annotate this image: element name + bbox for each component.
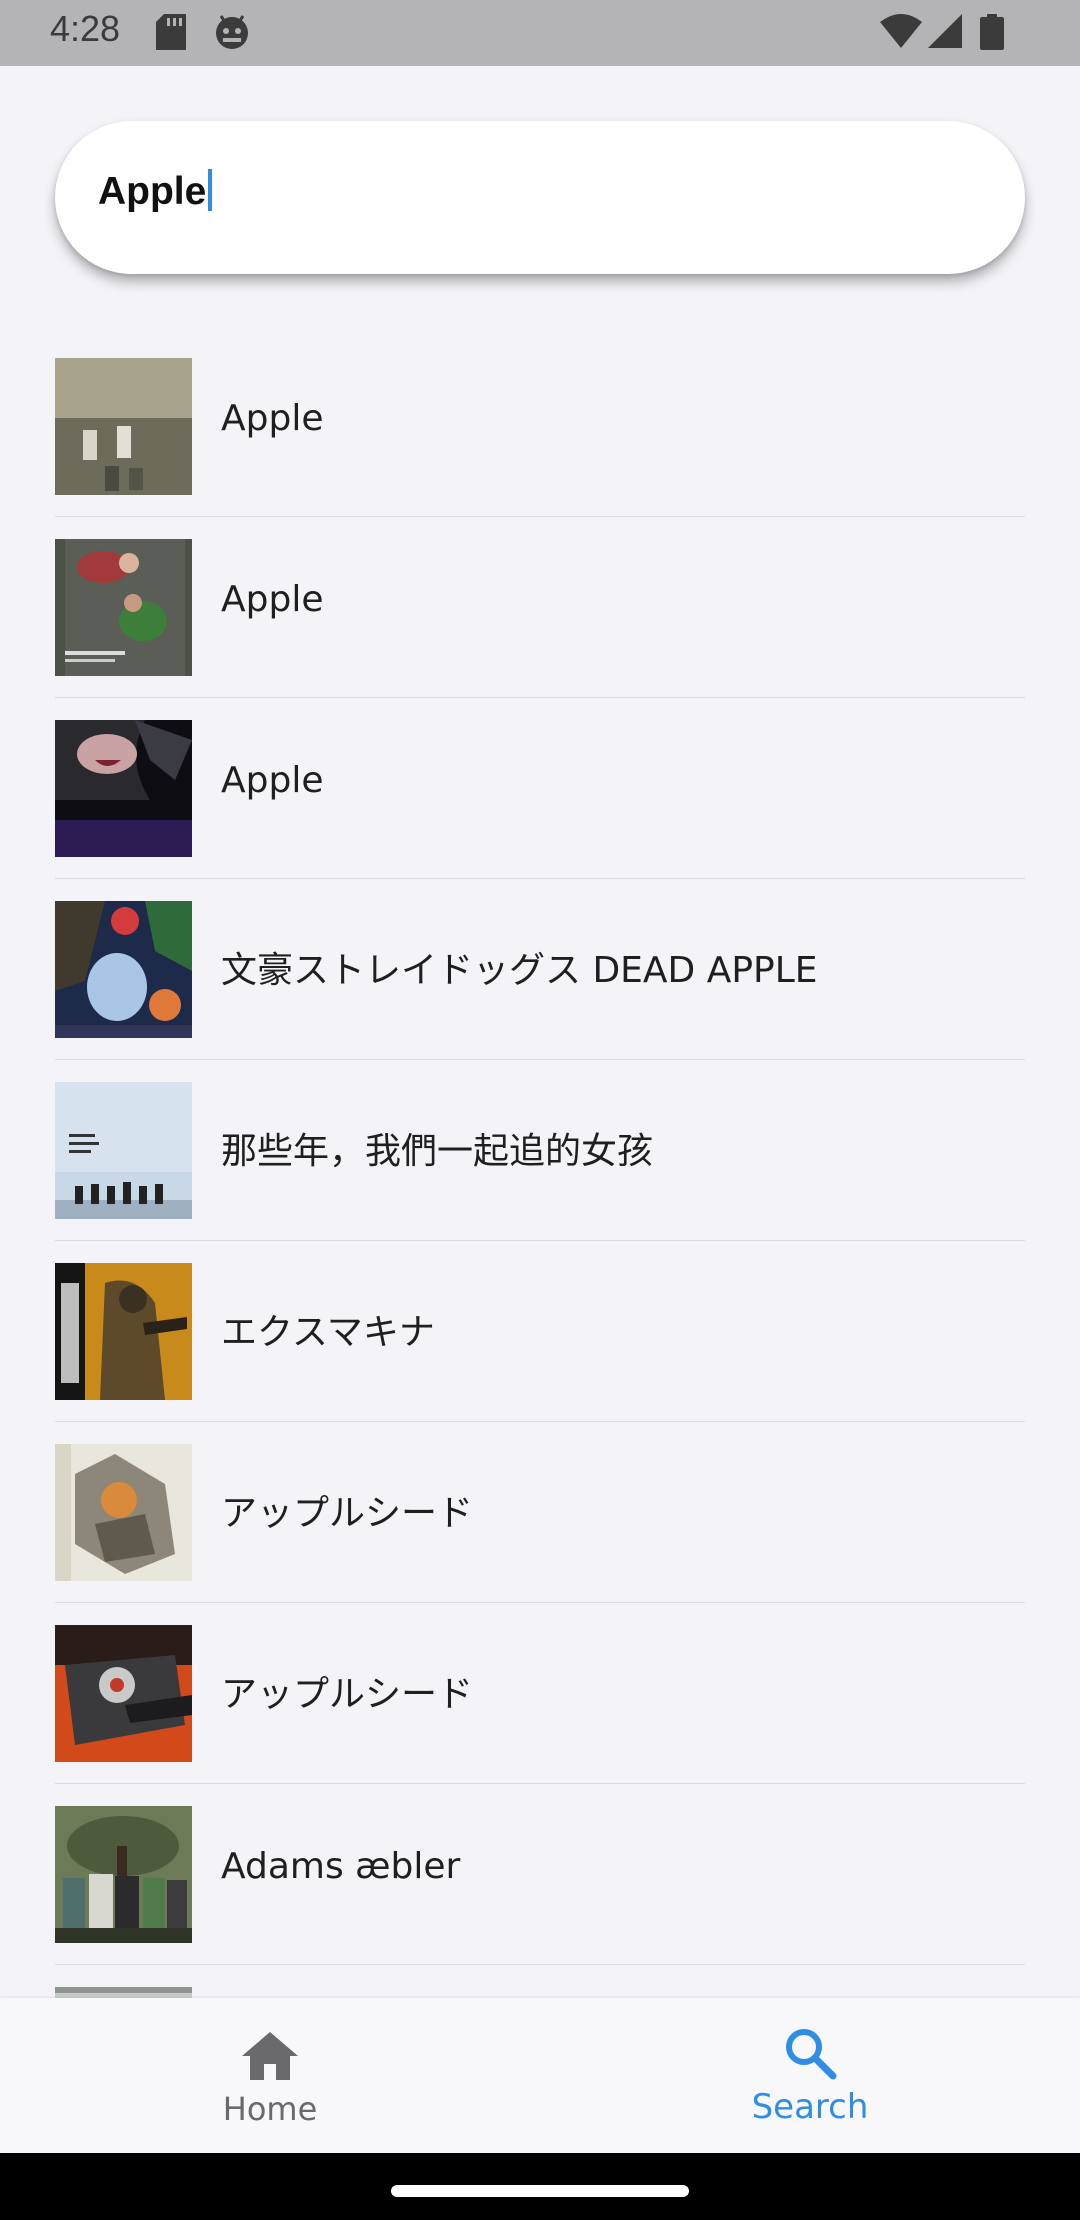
search-icon: [783, 2026, 837, 2084]
signal-icon: [928, 14, 962, 54]
poster-thumbnail: [55, 720, 192, 857]
poster-thumbnail: [55, 358, 192, 495]
list-item[interactable]: Adams æbler: [55, 1784, 1025, 1965]
poster-thumbnail: [55, 1625, 192, 1762]
result-title: Apple: [221, 398, 324, 439]
wifi-icon: [880, 14, 922, 54]
bottom-navigation: Home Search: [0, 1998, 1080, 2153]
nav-search-tab[interactable]: Search: [540, 1998, 1080, 2153]
list-item[interactable]: Apple: [55, 336, 1025, 517]
poster-thumbnail: [55, 1263, 192, 1400]
list-item[interactable]: アップルシード: [55, 1422, 1025, 1603]
poster-thumbnail: [55, 1444, 192, 1581]
search-input-value: Apple: [98, 170, 207, 213]
nav-home-tab[interactable]: Home: [0, 1998, 540, 2153]
list-item[interactable]: アップルシード: [55, 1603, 1025, 1784]
text-caret: [208, 169, 213, 211]
poster-thumbnail: [55, 1987, 192, 1998]
status-time: 4:28: [50, 8, 121, 49]
status-bar: 4:28: [0, 0, 1080, 66]
search-bar[interactable]: Apple: [55, 121, 1025, 274]
list-item[interactable]: [55, 1965, 1025, 1998]
search-results-list[interactable]: Apple Apple Apple 文豪ストレイドッグス DEAD APPLE …: [55, 336, 1025, 1998]
result-title: Apple: [221, 579, 324, 620]
result-title: Apple: [221, 760, 324, 801]
result-title: アップルシード: [221, 1674, 474, 1715]
battery-icon: [980, 14, 1004, 54]
list-item[interactable]: 文豪ストレイドッグス DEAD APPLE: [55, 879, 1025, 1060]
nav-search-label: Search: [751, 2087, 869, 2127]
home-gesture-handle[interactable]: [391, 2185, 689, 2197]
result-title: 文豪ストレイドッグス DEAD APPLE: [221, 950, 818, 991]
home-icon: [240, 2030, 300, 2086]
result-title: エクスマキナ: [221, 1312, 435, 1353]
poster-thumbnail: [55, 1082, 192, 1219]
nav-home-label: Home: [222, 2090, 318, 2128]
result-title: 那些年，我們一起追的女孩: [221, 1131, 654, 1172]
result-title: Adams æbler: [221, 1846, 461, 1887]
poster-thumbnail: [55, 901, 192, 1038]
poster-thumbnail: [55, 539, 192, 676]
sd-card-icon: [156, 14, 186, 54]
result-title: アップルシード: [221, 1493, 474, 1534]
system-navigation-bar: [0, 2153, 1080, 2220]
list-item[interactable]: エクスマキナ: [55, 1241, 1025, 1422]
list-item[interactable]: 那些年，我們一起追的女孩: [55, 1060, 1025, 1241]
list-item[interactable]: Apple: [55, 698, 1025, 879]
android-debug-icon: [213, 14, 251, 54]
list-item[interactable]: Apple: [55, 517, 1025, 698]
search-input[interactable]: Apple: [98, 169, 213, 214]
poster-thumbnail: [55, 1806, 192, 1943]
